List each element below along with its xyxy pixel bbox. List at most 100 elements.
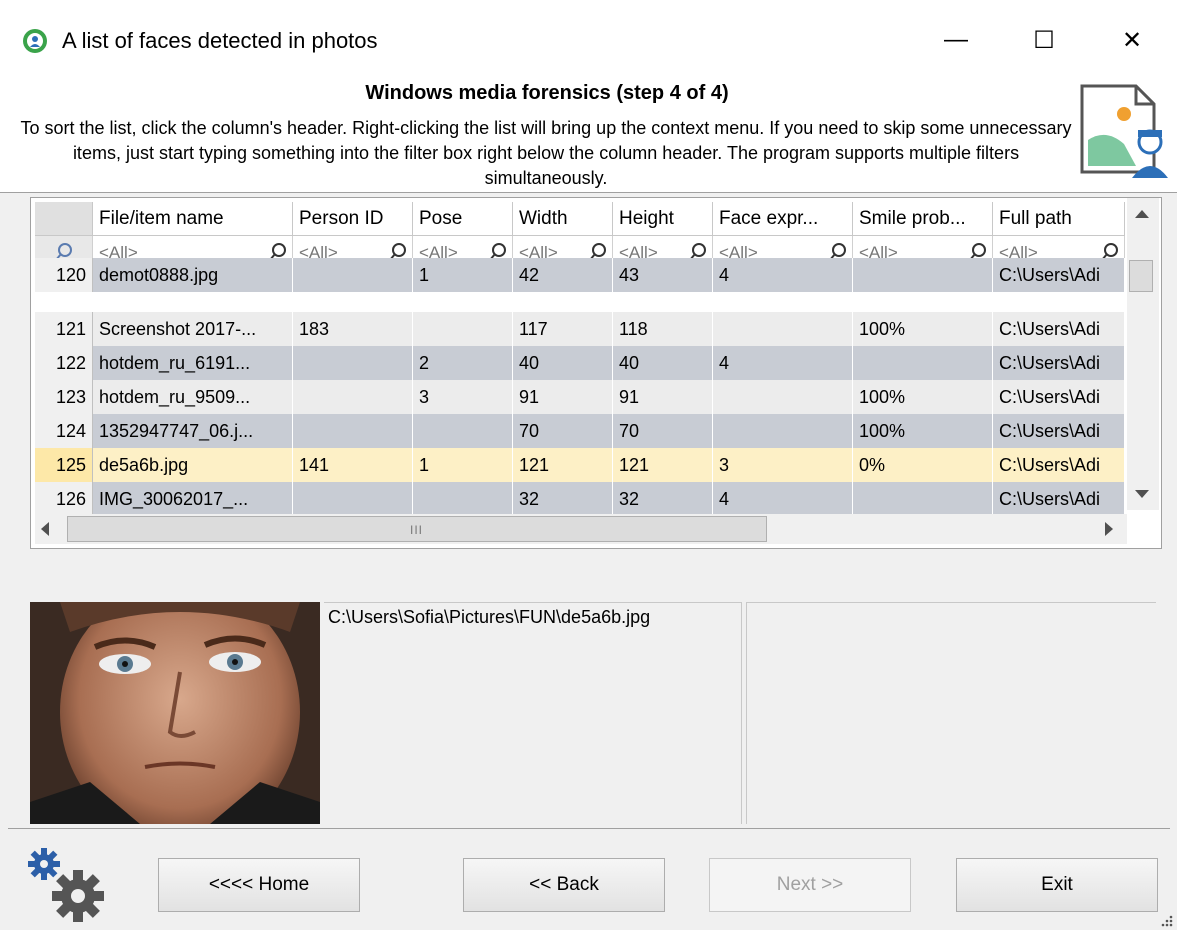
cell-smile-probability bbox=[853, 482, 993, 514]
row-number: 124 bbox=[35, 414, 93, 448]
cell-width: 40 bbox=[513, 346, 613, 380]
column-header-height[interactable]: Height bbox=[613, 202, 713, 236]
cell-name: hotdem_ru_6191... bbox=[93, 346, 293, 380]
cell-smile-probability bbox=[853, 258, 993, 292]
cell-full-path: C:\Users\Adi bbox=[993, 448, 1125, 482]
scroll-up-arrow-icon[interactable] bbox=[1135, 210, 1149, 218]
close-button[interactable]: ✕ bbox=[1112, 22, 1152, 58]
cell-full-path: C:\Users\Adi bbox=[993, 312, 1125, 346]
cell-face-expression: 4 bbox=[713, 258, 853, 292]
selected-file-path: C:\Users\Sofia\Pictures\FUN\de5a6b.jpg bbox=[328, 607, 651, 627]
cell-pose: 3 bbox=[413, 380, 513, 414]
vertical-scroll-thumb[interactable] bbox=[1129, 260, 1153, 292]
cell-height: 40 bbox=[613, 346, 713, 380]
row-number: 123 bbox=[35, 380, 93, 414]
cell-height: 121 bbox=[613, 448, 713, 482]
cell-person-id: 183 bbox=[293, 312, 413, 346]
table-row[interactable]: 121 Screenshot 2017-... 183 117 118 100%… bbox=[35, 312, 1125, 346]
maximize-button[interactable]: ☐ bbox=[1024, 22, 1064, 58]
cell-full-path: C:\Users\Adi bbox=[993, 380, 1125, 414]
table-row[interactable]: 126 IMG_30062017_... 32 32 4 C:\Users\Ad… bbox=[35, 482, 1125, 514]
cell-smile-probability: 100% bbox=[853, 312, 993, 346]
horizontal-scroll-thumb[interactable]: III bbox=[67, 516, 767, 542]
cell-width: 91 bbox=[513, 380, 613, 414]
column-header-name[interactable]: File/item name bbox=[93, 202, 293, 236]
cell-person-id bbox=[293, 380, 413, 414]
cell-pose bbox=[413, 482, 513, 514]
face-preview-image bbox=[30, 602, 320, 824]
table-row[interactable]: 123 hotdem_ru_9509... 3 91 91 100% C:\Us… bbox=[35, 380, 1125, 414]
cell-name: de5a6b.jpg bbox=[93, 448, 293, 482]
file-path-panel: C:\Users\Sofia\Pictures\FUN\de5a6b.jpg bbox=[324, 602, 742, 824]
column-header-pose[interactable]: Pose bbox=[413, 202, 513, 236]
vertical-scrollbar[interactable] bbox=[1127, 198, 1159, 510]
faces-table: File/item name Person ID Pose Width Heig… bbox=[30, 197, 1162, 549]
cell-name: 1352947747_06.j... bbox=[93, 414, 293, 448]
row-number: 121 bbox=[35, 312, 93, 346]
column-header-width[interactable]: Width bbox=[513, 202, 613, 236]
table-row-selected[interactable]: 125 de5a6b.jpg 141 1 121 121 3 0% C:\Use… bbox=[35, 448, 1125, 482]
faces-table-body: File/item name Person ID Pose Width Heig… bbox=[35, 202, 1125, 514]
row-number: 125 bbox=[35, 448, 93, 482]
column-header-smile-probability[interactable]: Smile prob... bbox=[853, 202, 993, 236]
cell-name: hotdem_ru_9509... bbox=[93, 380, 293, 414]
column-header-person-id[interactable]: Person ID bbox=[293, 202, 413, 236]
horizontal-scrollbar[interactable]: III bbox=[35, 514, 1127, 544]
cell-person-id bbox=[293, 346, 413, 380]
cell-face-expression: 4 bbox=[713, 346, 853, 380]
home-button[interactable]: <<<< Home bbox=[158, 858, 360, 912]
resize-grip-icon[interactable] bbox=[1158, 914, 1174, 928]
cell-pose: 1 bbox=[413, 448, 513, 482]
scroll-grip: III bbox=[410, 523, 424, 537]
table-row[interactable]: 120 demot0888.jpg 1 42 43 4 C:\Users\Adi bbox=[35, 258, 1125, 292]
window-title: A list of faces detected in photos bbox=[62, 28, 378, 53]
header-corner[interactable] bbox=[35, 202, 93, 236]
cell-pose bbox=[413, 312, 513, 346]
cell-height: 32 bbox=[613, 482, 713, 514]
cell-height: 70 bbox=[613, 414, 713, 448]
step-title: Windows media forensics (step 4 of 4) bbox=[365, 82, 729, 104]
row-number: 126 bbox=[35, 482, 93, 514]
row-number: 120 bbox=[35, 258, 93, 292]
cell-full-path: C:\Users\Adi bbox=[993, 346, 1125, 380]
face-photo bbox=[30, 602, 320, 824]
cell-width: 121 bbox=[513, 448, 613, 482]
cell-width: 42 bbox=[513, 258, 613, 292]
cell-width: 70 bbox=[513, 414, 613, 448]
minimize-button[interactable]: — bbox=[936, 22, 976, 58]
scroll-right-arrow-icon[interactable] bbox=[1105, 522, 1113, 536]
column-header-face-expression[interactable]: Face expr... bbox=[713, 202, 853, 236]
cell-name: Screenshot 2017-... bbox=[93, 312, 293, 346]
step-description: To sort the list, click the column's hea… bbox=[20, 118, 1072, 188]
next-button[interactable]: Next >> bbox=[709, 858, 911, 912]
cell-width: 32 bbox=[513, 482, 613, 514]
wizard-window: A list of faces detected in photos — ☐ ✕… bbox=[0, 0, 1177, 930]
cell-face-expression bbox=[713, 380, 853, 414]
table-row[interactable]: 124 1352947747_06.j... 70 70 100% C:\Use… bbox=[35, 414, 1125, 448]
table-row[interactable]: 122 hotdem_ru_6191... 2 40 40 4 C:\Users… bbox=[35, 346, 1125, 380]
gears-icon bbox=[28, 848, 104, 922]
wizard-header: Windows media forensics (step 4 of 4) To… bbox=[0, 82, 1177, 193]
cell-face-expression: 4 bbox=[713, 482, 853, 514]
title-bar: A list of faces detected in photos — ☐ ✕ bbox=[0, 0, 1177, 82]
cell-height: 118 bbox=[613, 312, 713, 346]
scroll-left-arrow-icon[interactable] bbox=[41, 522, 49, 536]
exit-button[interactable]: Exit bbox=[956, 858, 1158, 912]
column-header-full-path[interactable]: Full path bbox=[993, 202, 1125, 236]
details-panel bbox=[746, 602, 1156, 824]
cell-pose bbox=[413, 414, 513, 448]
cell-smile-probability: 100% bbox=[853, 380, 993, 414]
cell-person-id bbox=[293, 414, 413, 448]
back-button[interactable]: << Back bbox=[463, 858, 665, 912]
cell-name: demot0888.jpg bbox=[93, 258, 293, 292]
cell-full-path: C:\Users\Adi bbox=[993, 258, 1125, 292]
cell-pose: 1 bbox=[413, 258, 513, 292]
app-icon bbox=[23, 29, 47, 53]
cell-smile-probability bbox=[853, 346, 993, 380]
scroll-down-arrow-icon[interactable] bbox=[1135, 490, 1149, 498]
cell-face-expression: 3 bbox=[713, 448, 853, 482]
cell-height: 43 bbox=[613, 258, 713, 292]
cell-face-expression bbox=[713, 312, 853, 346]
cell-name: IMG_30062017_... bbox=[93, 482, 293, 514]
cell-full-path: C:\Users\Adi bbox=[993, 414, 1125, 448]
